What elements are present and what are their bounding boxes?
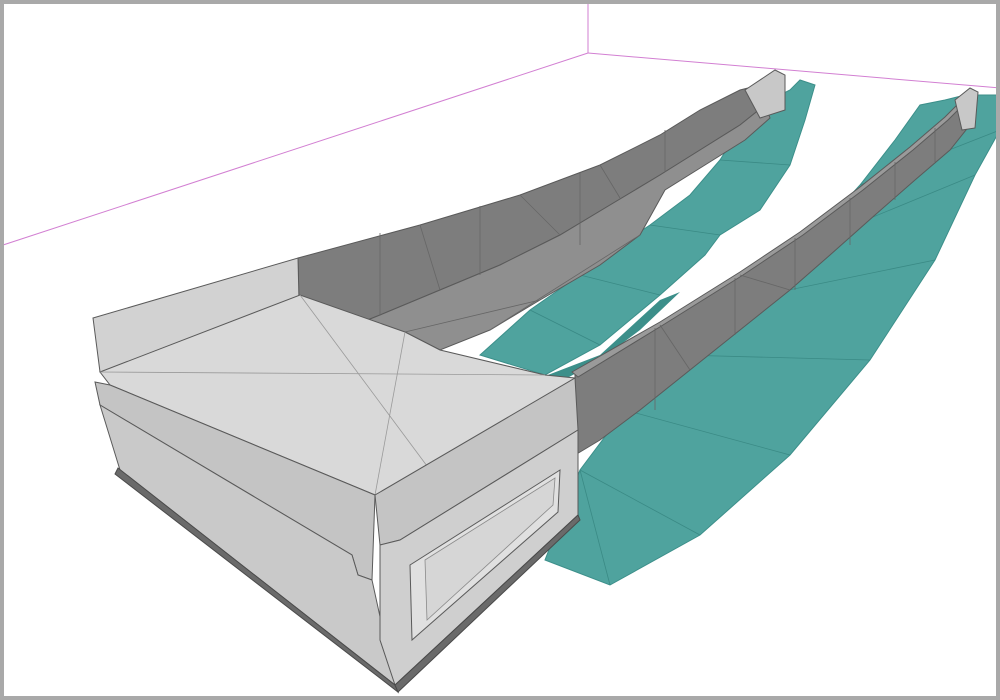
3d-scene[interactable]: [0, 0, 1000, 700]
box-culvert: [92, 257, 581, 694]
3d-viewport[interactable]: [0, 0, 1000, 700]
grid-line-right: [587, 52, 996, 89]
